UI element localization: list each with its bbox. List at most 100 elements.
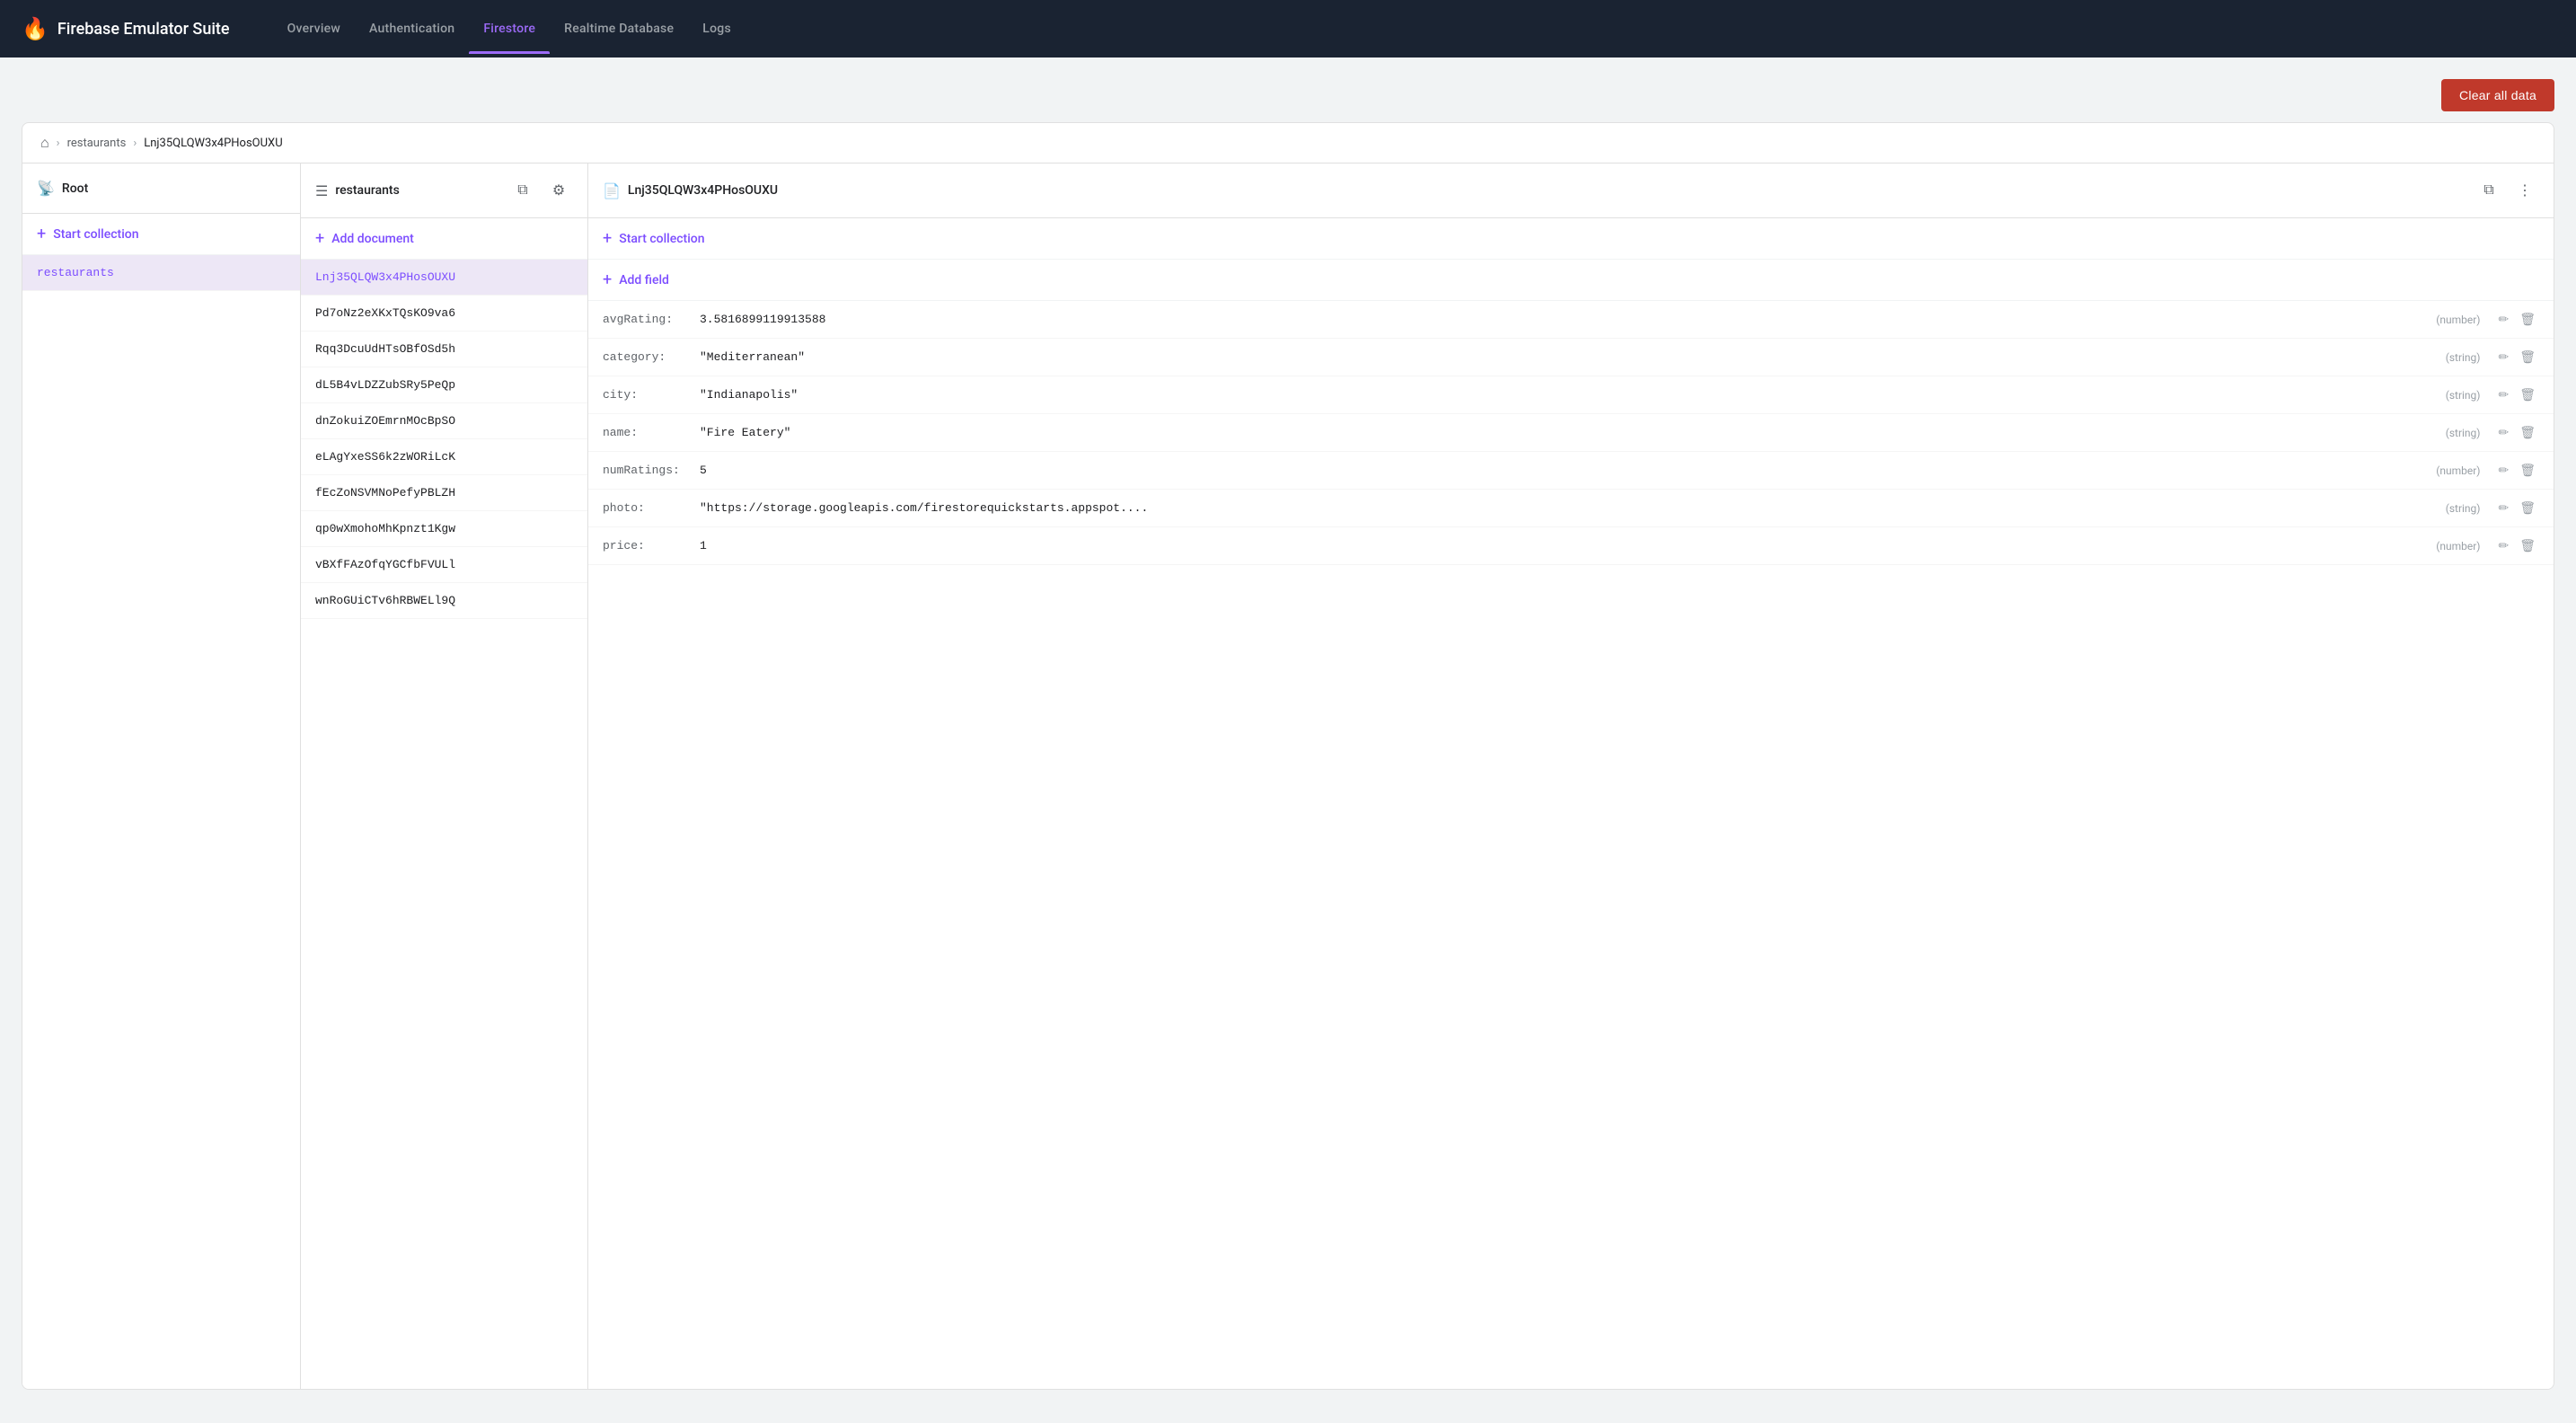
list-item[interactable]: vBXfFAzOfqYGCfbFVULl	[301, 547, 587, 583]
start-collection-label-root: Start collection	[53, 227, 138, 242]
field-type: (string)	[2446, 427, 2481, 439]
panel-collection-body: + Add document Lnj35QLQW3x4PHosOUXUPd7oN…	[301, 218, 587, 1389]
field-row: city:"Indianapolis"(string)✏🗑	[588, 376, 2554, 414]
delete-field-button[interactable]: 🗑	[2516, 499, 2539, 517]
main-content: Clear all data ⌂ › restaurants › Lnj35QL…	[0, 57, 2576, 1411]
plus-icon-doc: +	[315, 229, 324, 248]
breadcrumb-restaurants[interactable]: restaurants	[67, 137, 127, 150]
field-key: price:	[603, 539, 693, 552]
list-item[interactable]: qp0wXmohoMhKpnzt1Kgw	[301, 511, 587, 547]
field-row: avgRating:3.5816899119913588(number)✏🗑	[588, 301, 2554, 339]
edit-field-button[interactable]: ✏	[2494, 310, 2512, 329]
field-type: (number)	[2436, 464, 2480, 477]
list-item[interactable]: fEcZoNSVMNoPefyPBLZH	[301, 475, 587, 511]
field-value: 5	[700, 464, 2429, 477]
panel-root-title: Root	[62, 181, 286, 196]
top-navigation: 🔥 Firebase Emulator Suite OverviewAuthen…	[0, 0, 2576, 57]
nav-link-realtime-database[interactable]: Realtime Database	[550, 4, 688, 54]
collection-header-actions: ⧉ ⚙	[508, 176, 573, 205]
list-item[interactable]: Pd7oNz2eXKxTQsKO9va6	[301, 296, 587, 331]
start-collection-button-doc[interactable]: + Start collection	[588, 218, 2554, 260]
field-key: category:	[603, 350, 693, 364]
field-type: (string)	[2446, 502, 2481, 515]
field-key: numRatings:	[603, 464, 693, 477]
nav-link-authentication[interactable]: Authentication	[355, 4, 469, 54]
root-wifi-icon: 📡	[37, 180, 55, 197]
edit-field-button[interactable]: ✏	[2494, 461, 2512, 480]
home-icon[interactable]: ⌂	[40, 134, 49, 152]
delete-field-button[interactable]: 🗑	[2516, 348, 2539, 367]
firestore-browser: ⌂ › restaurants › Lnj35QLQW3x4PHosOUXU 📡…	[22, 122, 2554, 1390]
field-row: photo:"https://storage.googleapis.com/fi…	[588, 490, 2554, 527]
app-title: Firebase Emulator Suite	[57, 20, 230, 39]
field-value: "https://storage.googleapis.com/firestor…	[700, 501, 2439, 515]
plus-icon-root: +	[37, 225, 46, 243]
field-actions: ✏🗑	[2494, 348, 2539, 367]
field-actions: ✏🗑	[2494, 536, 2539, 555]
list-item[interactable]: eLAgYxeSS6k2zWORiLcK	[301, 439, 587, 475]
edit-field-button[interactable]: ✏	[2494, 499, 2512, 517]
add-field-button[interactable]: + Add field	[588, 260, 2554, 301]
delete-field-button[interactable]: 🗑	[2516, 461, 2539, 480]
field-value: "Mediterranean"	[700, 350, 2439, 364]
breadcrumb-current: Lnj35QLQW3x4PHosOUXU	[144, 137, 282, 150]
add-document-label: Add document	[331, 232, 414, 246]
panels-container: 📡 Root + Start collection restaurants ☰ …	[22, 164, 2554, 1389]
list-item[interactable]: wnRoGUiCTv6hRBWELl9Q	[301, 583, 587, 619]
document-icon: 📄	[603, 182, 621, 199]
app-brand: 🔥 Firebase Emulator Suite	[22, 16, 230, 41]
nav-link-overview[interactable]: Overview	[273, 4, 355, 54]
add-document-button[interactable]: + Add document	[301, 218, 587, 260]
edit-field-button[interactable]: ✏	[2494, 423, 2512, 442]
field-actions: ✏🗑	[2494, 461, 2539, 480]
copy-collection-button[interactable]: ⧉	[508, 176, 537, 205]
field-actions: ✏🗑	[2494, 385, 2539, 404]
plus-icon-field: +	[603, 270, 612, 289]
copy-document-button[interactable]: ⧉	[2475, 176, 2503, 205]
panel-collection-title: restaurants	[335, 183, 501, 198]
field-type: (number)	[2436, 540, 2480, 552]
document-header-actions: ⧉ ⋮	[2475, 176, 2539, 205]
panel-root-header: 📡 Root	[22, 164, 300, 214]
field-type: (string)	[2446, 389, 2481, 402]
breadcrumb-separator-2: ›	[133, 137, 137, 150]
breadcrumb: ⌂ › restaurants › Lnj35QLQW3x4PHosOUXU	[22, 123, 2554, 164]
delete-field-button[interactable]: 🗑	[2516, 536, 2539, 555]
panel-document: 📄 Lnj35QLQW3x4PHosOUXU ⧉ ⋮ + Start colle…	[588, 164, 2554, 1389]
panel-collection-header: ☰ restaurants ⧉ ⚙	[301, 164, 587, 218]
field-actions: ✏🗑	[2494, 423, 2539, 442]
breadcrumb-separator-1: ›	[57, 137, 60, 150]
delete-field-button[interactable]: 🗑	[2516, 310, 2539, 329]
plus-icon-col: +	[603, 229, 612, 248]
field-key: city:	[603, 388, 693, 402]
clear-all-button[interactable]: Clear all data	[2441, 79, 2554, 111]
field-key: name:	[603, 426, 693, 439]
list-item[interactable]: Lnj35QLQW3x4PHosOUXU	[301, 260, 587, 296]
nav-link-firestore[interactable]: Firestore	[469, 4, 550, 54]
list-item[interactable]: Rqq3DcuUdHTsOBfOSd5h	[301, 331, 587, 367]
start-collection-button-root[interactable]: + Start collection	[22, 214, 300, 255]
add-field-label: Add field	[619, 273, 669, 287]
nav-link-logs[interactable]: Logs	[688, 4, 745, 54]
field-row: name: "Fire Eatery" (string) ✏🗑	[588, 414, 2554, 452]
fire-icon: 🔥	[22, 16, 49, 41]
edit-field-button[interactable]: ✏	[2494, 348, 2512, 367]
more-document-button[interactable]: ⋮	[2510, 176, 2539, 205]
field-row: category:"Mediterranean"(string)✏🗑	[588, 339, 2554, 376]
list-item[interactable]: dnZokuiZOEmrnMOcBpSO	[301, 403, 587, 439]
panel-root: 📡 Root + Start collection restaurants	[22, 164, 301, 1389]
edit-field-button[interactable]: ✏	[2494, 385, 2512, 404]
list-item-restaurants[interactable]: restaurants	[22, 255, 300, 291]
filter-collection-button[interactable]: ⚙	[544, 176, 573, 205]
panel-document-body: + Start collection + Add field avgRating…	[588, 218, 2554, 1389]
field-row: price:1(number)✏🗑	[588, 527, 2554, 565]
field-row: numRatings: 5 (number) ✏🗑	[588, 452, 2554, 490]
delete-field-button[interactable]: 🗑	[2516, 385, 2539, 404]
list-item[interactable]: dL5B4vLDZZubSRy5PeQp	[301, 367, 587, 403]
field-value: "Fire Eatery"	[700, 426, 2439, 439]
delete-field-button[interactable]: 🗑	[2516, 423, 2539, 442]
nav-links: OverviewAuthenticationFirestoreRealtime …	[273, 4, 745, 54]
edit-field-button[interactable]: ✏	[2494, 536, 2512, 555]
panel-document-header: 📄 Lnj35QLQW3x4PHosOUXU ⧉ ⋮	[588, 164, 2554, 218]
field-actions: ✏🗑	[2494, 499, 2539, 517]
